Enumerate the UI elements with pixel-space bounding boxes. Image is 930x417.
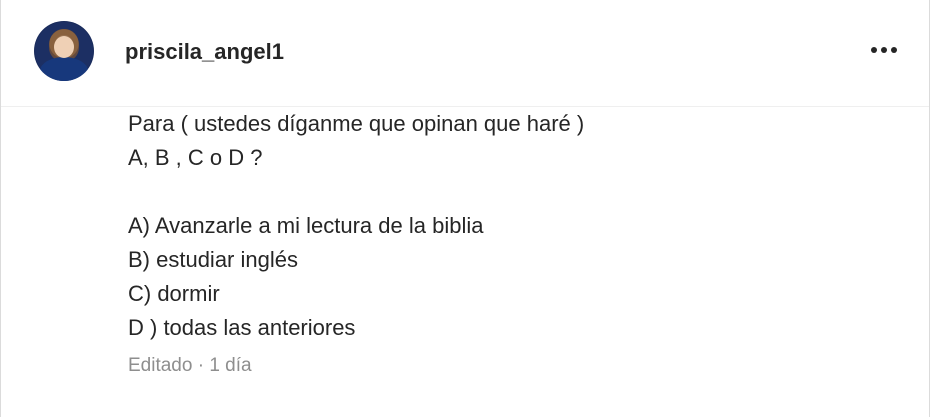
- caption-line: B) estudiar inglés: [128, 247, 298, 272]
- more-options-button[interactable]: [867, 38, 901, 62]
- caption-line: [128, 175, 848, 209]
- caption-line: D ) todas las anteriores: [128, 315, 356, 340]
- caption-line: A, B , C o D ?: [128, 145, 263, 170]
- avatar[interactable]: [34, 21, 94, 81]
- more-options-icon: [871, 47, 877, 53]
- post-caption: Para ( ustedes díganme que opinan que ha…: [128, 107, 848, 345]
- post-header: priscila_angel1: [1, 0, 929, 107]
- username-link[interactable]: priscila_angel1: [125, 39, 284, 65]
- avatar-image: [40, 57, 88, 81]
- caption-line: A) Avanzarle a mi lectura de la biblia: [128, 213, 484, 238]
- more-options-icon: [891, 47, 897, 53]
- post-comment-panel: priscila_angel1 Para ( ustedes díganme q…: [0, 0, 930, 417]
- more-options-icon: [881, 47, 887, 53]
- caption-line: C) dormir: [128, 281, 220, 306]
- edited-timestamp: Editado · 1 día: [128, 355, 252, 376]
- caption-line: Para ( ustedes díganme que opinan que ha…: [128, 111, 585, 136]
